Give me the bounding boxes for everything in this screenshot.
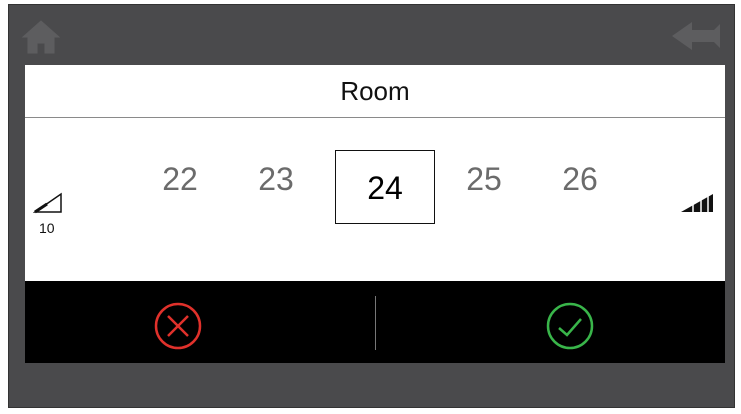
value-option[interactable]: 26 xyxy=(545,150,615,208)
cancel-x-circle-icon xyxy=(154,302,202,350)
signal-low-icon xyxy=(33,192,62,214)
dialog-title: Room xyxy=(340,76,410,106)
back-arrow-icon xyxy=(672,22,720,50)
value-option[interactable]: 22 xyxy=(145,150,215,208)
action-separator xyxy=(375,296,376,350)
confirm-check-circle-icon xyxy=(546,302,594,350)
app-frame: Room 10 22 23 24 25 26 xyxy=(0,0,741,414)
action-bar xyxy=(25,281,725,363)
min-label: 10 xyxy=(39,220,55,236)
back-button[interactable] xyxy=(670,19,722,53)
cancel-button[interactable] xyxy=(153,301,203,351)
home-icon xyxy=(21,20,61,54)
room-dialog: Room 10 22 23 24 25 26 xyxy=(25,65,725,363)
value-picker: 10 22 23 24 25 26 xyxy=(25,118,725,280)
value-option[interactable]: 23 xyxy=(241,150,311,208)
signal-high-icon xyxy=(681,194,713,212)
value-option[interactable]: 25 xyxy=(449,150,519,208)
screen: Room 10 22 23 24 25 26 xyxy=(8,4,735,408)
top-bar xyxy=(9,5,734,65)
home-button[interactable] xyxy=(21,19,61,55)
value-option-selected[interactable]: 24 xyxy=(335,150,435,224)
confirm-button[interactable] xyxy=(545,301,595,351)
